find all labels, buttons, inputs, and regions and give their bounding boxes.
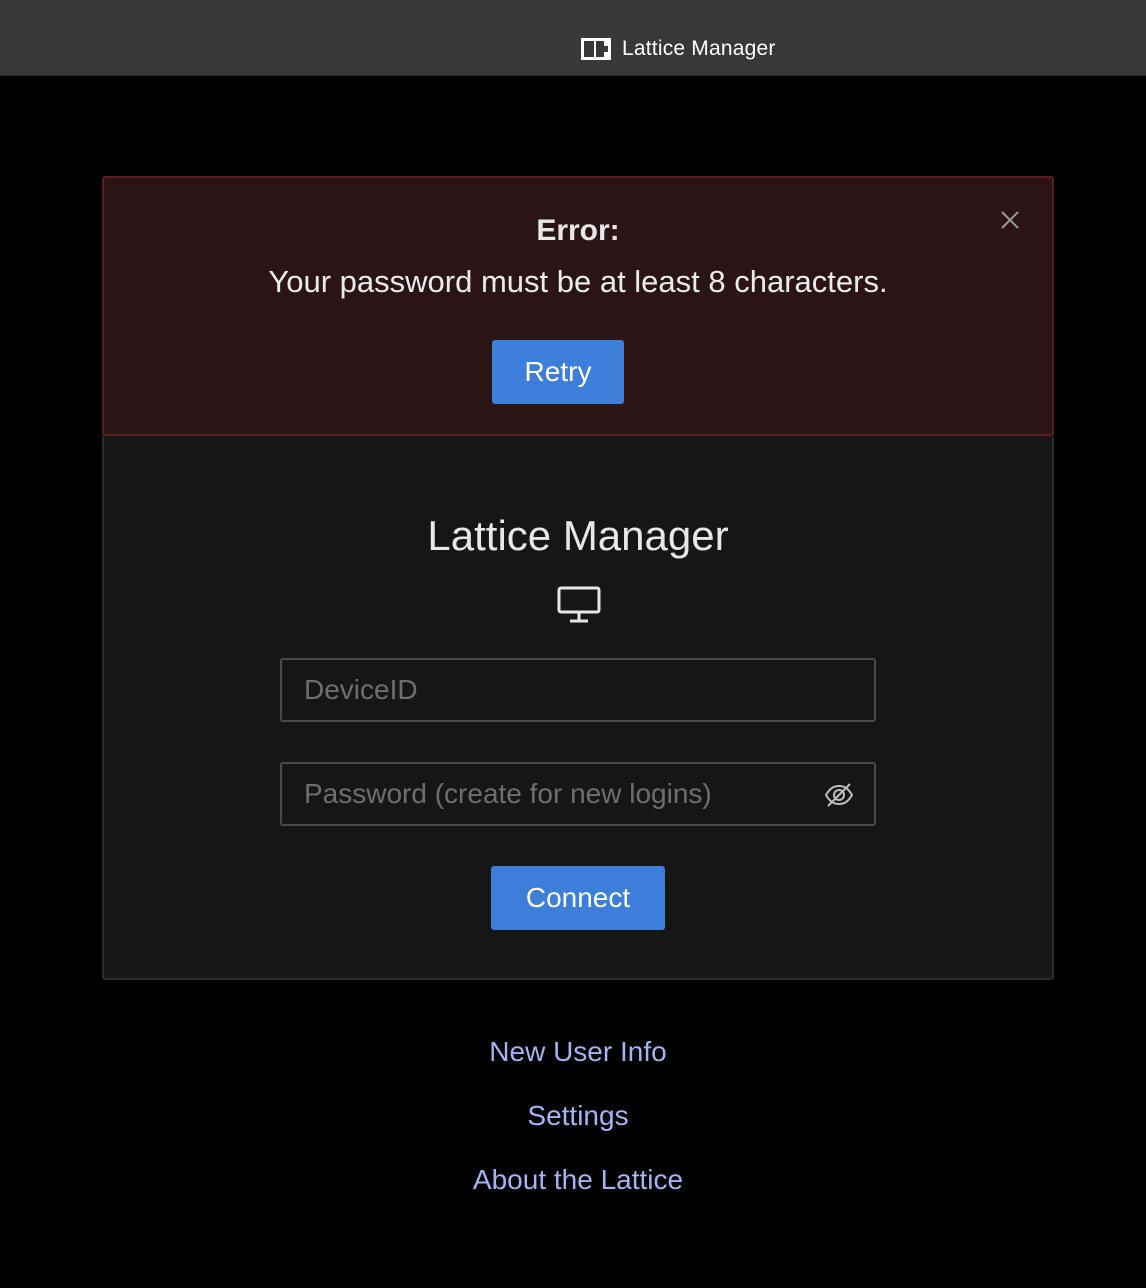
close-icon[interactable] bbox=[998, 208, 1022, 232]
connect-button[interactable]: Connect bbox=[491, 866, 665, 930]
footer-links: New User Info Settings About the Lattice bbox=[0, 1030, 1146, 1222]
device-id-input[interactable] bbox=[282, 660, 874, 720]
lattice-logo-icon bbox=[581, 38, 611, 60]
settings-link[interactable]: Settings bbox=[0, 1094, 1146, 1158]
login-card: Lattice Manager Connect bbox=[102, 436, 1054, 980]
password-input[interactable] bbox=[282, 764, 874, 824]
retry-button[interactable]: Retry bbox=[492, 340, 624, 404]
login-title: Lattice Manager bbox=[427, 512, 729, 559]
window-titlebar: Lattice Manager bbox=[0, 0, 1146, 76]
window-title-group: Lattice Manager bbox=[580, 36, 776, 62]
error-title: Error: bbox=[536, 214, 620, 247]
error-message: Your password must be at least 8 charact… bbox=[268, 264, 888, 299]
password-field[interactable] bbox=[280, 762, 876, 826]
device-id-field[interactable] bbox=[280, 658, 876, 722]
monitor-icon bbox=[557, 586, 601, 623]
new-user-info-link[interactable]: New User Info bbox=[0, 1030, 1146, 1094]
eye-off-icon[interactable] bbox=[824, 780, 854, 810]
about-lattice-link[interactable]: About the Lattice bbox=[0, 1158, 1146, 1222]
window-title: Lattice Manager bbox=[622, 37, 776, 60]
error-banner: Error: Your password must be at least 8 … bbox=[102, 176, 1054, 436]
